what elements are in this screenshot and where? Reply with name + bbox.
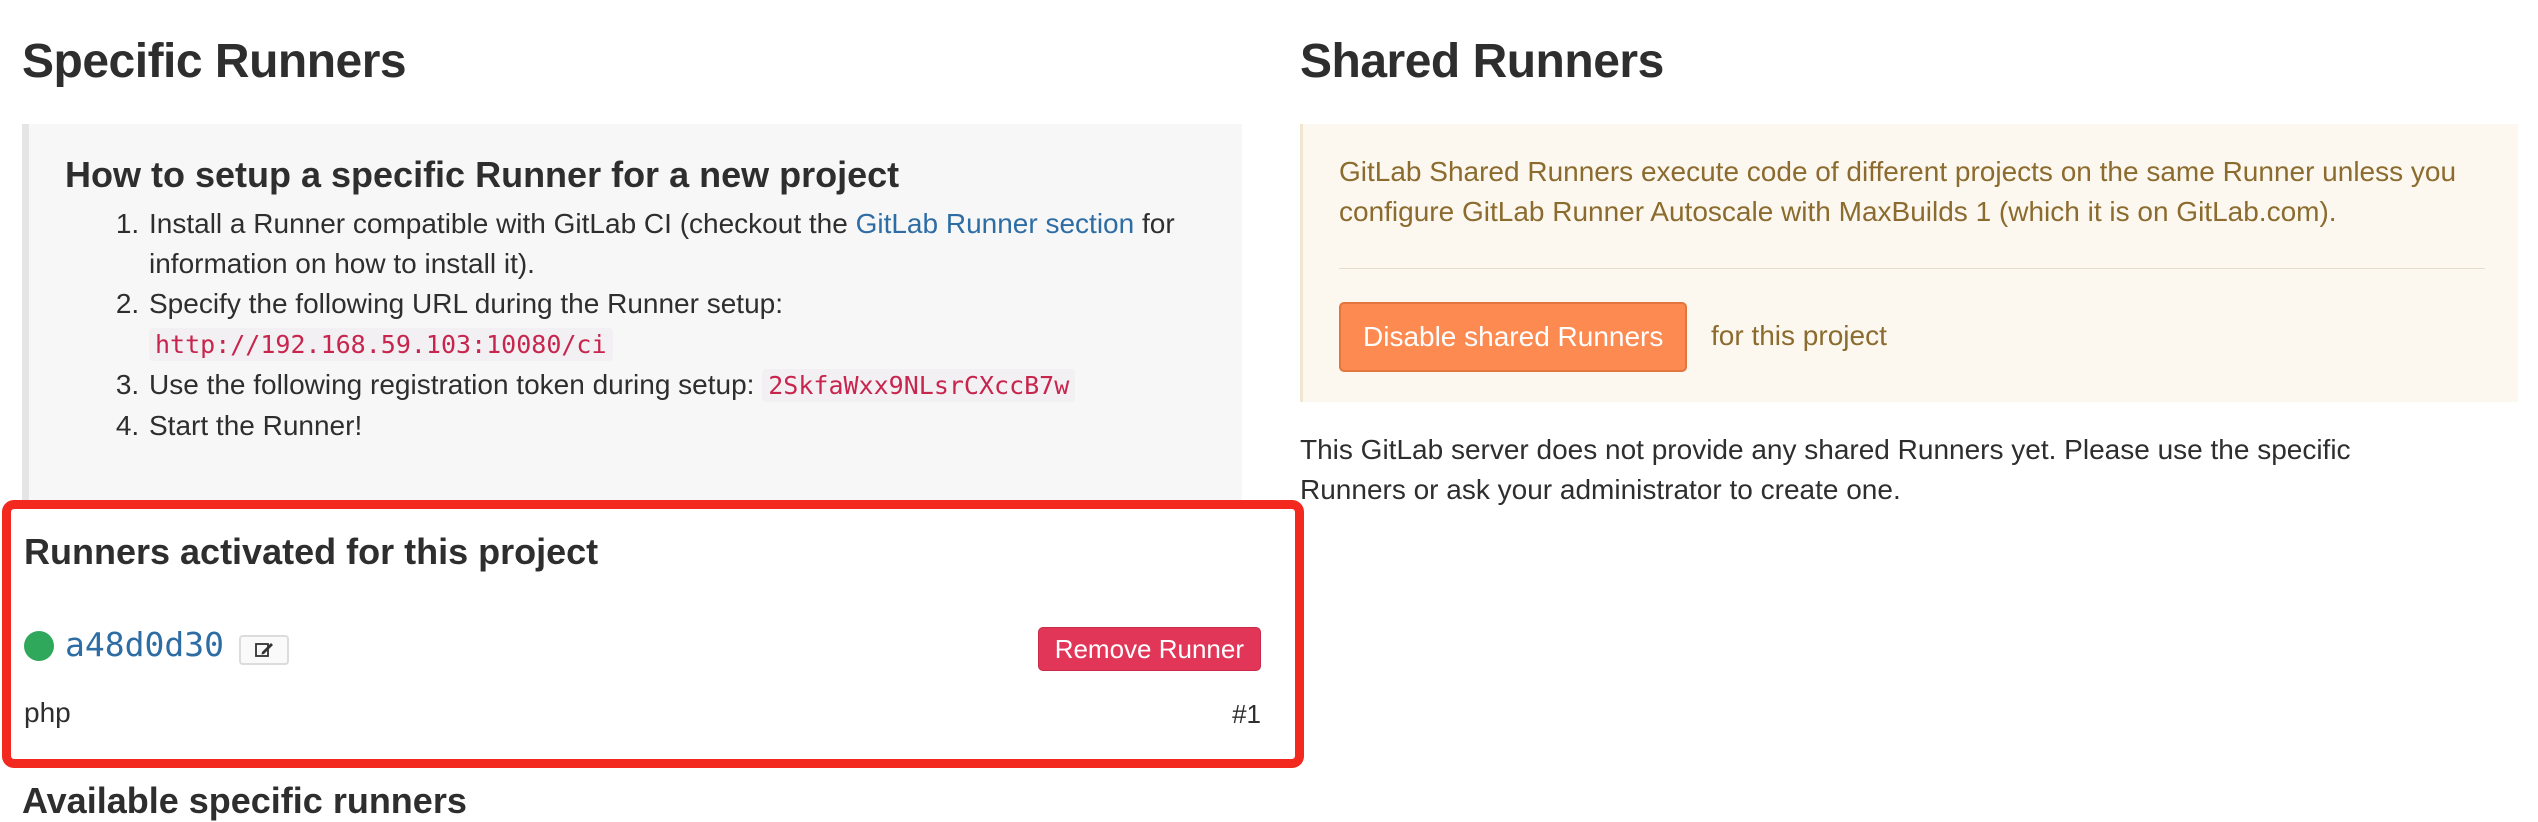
setup-steps-list: Install a Runner compatible with GitLab … bbox=[113, 204, 1227, 446]
activated-runners-section: Runners activated for this project a48d0… bbox=[2, 500, 1304, 768]
disable-shared-runners-button[interactable]: Disable shared Runners bbox=[1339, 302, 1688, 372]
shared-runners-note: This GitLab server does not provide any … bbox=[1300, 434, 2351, 505]
shared-runners-info: GitLab Shared Runners execute code of di… bbox=[1339, 156, 2457, 227]
step2-text: Specify the following URL during the Run… bbox=[149, 288, 783, 319]
registration-token: 2SkfaWxx9NLsrCXccB7w bbox=[762, 369, 1076, 402]
available-runners-heading: Available specific runners bbox=[22, 780, 467, 821]
step4-text: Start the Runner! bbox=[149, 410, 363, 441]
runner-number: #1 bbox=[1232, 699, 1261, 729]
edit-runner-button[interactable] bbox=[239, 635, 289, 665]
divider bbox=[1339, 268, 2485, 269]
specific-runners-title: Specific Runners bbox=[22, 35, 407, 88]
setup-step-3: Use the following registration token dur… bbox=[147, 365, 1227, 406]
step3-text: Use the following registration token dur… bbox=[149, 369, 763, 400]
remove-runner-button[interactable]: Remove Runner bbox=[1037, 627, 1261, 671]
setup-help-box: How to setup a specific Runner for a new… bbox=[22, 124, 1242, 504]
step1-prefix: Install a Runner compatible with GitLab … bbox=[149, 208, 856, 239]
runner-setup-url: http://192.168.59.103:10080/ci bbox=[149, 328, 613, 361]
activated-runners-heading: Runners activated for this project bbox=[24, 531, 599, 572]
runner-tag: php bbox=[24, 697, 71, 728]
runner-status-dot bbox=[24, 631, 54, 661]
runner-token-link[interactable]: a48d0d30 bbox=[65, 625, 224, 664]
setup-step-4: Start the Runner! bbox=[147, 406, 1227, 446]
for-this-project-label: for this project bbox=[1711, 320, 1887, 351]
edit-icon bbox=[255, 643, 273, 657]
shared-runners-title: Shared Runners bbox=[1300, 35, 1664, 88]
gitlab-runner-section-link[interactable]: GitLab Runner section bbox=[856, 208, 1135, 239]
shared-runners-info-box: GitLab Shared Runners execute code of di… bbox=[1300, 124, 2518, 402]
setup-help-heading: How to setup a specific Runner for a new… bbox=[65, 154, 900, 195]
setup-step-1: Install a Runner compatible with GitLab … bbox=[147, 204, 1227, 284]
setup-step-2: Specify the following URL during the Run… bbox=[147, 284, 1227, 365]
